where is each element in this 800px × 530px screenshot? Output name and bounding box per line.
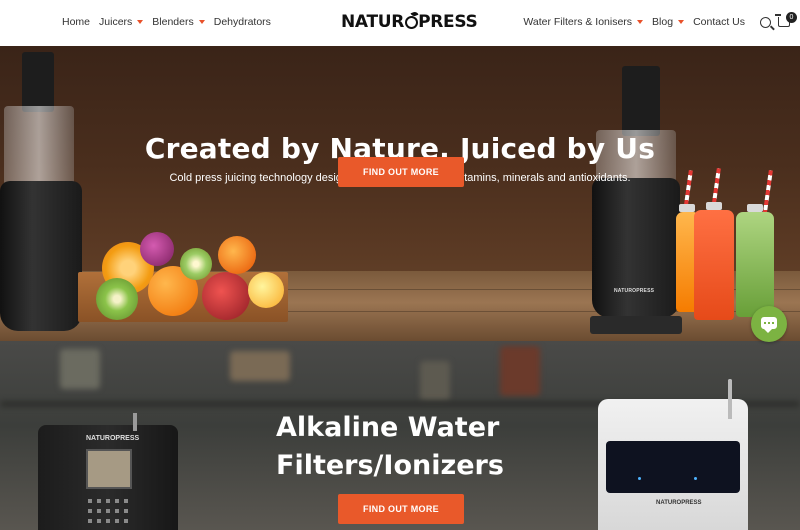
device-brand-label: NATUROPRESS [86, 435, 140, 442]
site-header: Home Juicers Blenders Dehydrators NATUR P… [0, 0, 800, 46]
juicer-image-right: NATUROPRESS [586, 66, 686, 341]
grapes-image [140, 232, 174, 266]
nav-item-label: Juicers [99, 16, 133, 28]
find-out-more-button[interactable]: FIND OUT MORE [338, 157, 464, 187]
logo-text-first: NATUR [341, 12, 405, 32]
nav-item-label: Dehydrators [213, 16, 271, 28]
juice-bottle-green [736, 204, 774, 317]
nav-item-dehydrators[interactable]: Dehydrators [214, 16, 271, 28]
chat-button[interactable] [751, 306, 787, 342]
search-icon[interactable] [760, 17, 771, 28]
nav-item-contact[interactable]: Contact Us [693, 16, 745, 28]
nav-item-label: Home [62, 16, 91, 28]
nav-item-label: Blenders [152, 16, 194, 28]
chat-bubble-icon [761, 317, 777, 333]
hero2-title: Alkaline Water Filters/Ionizers [276, 409, 504, 485]
pomegranate-image [202, 272, 250, 320]
juicer-brand-label: NATUROPRESS [614, 288, 655, 294]
cart-count-badge: 0 [786, 12, 797, 23]
leaf-icon [404, 15, 418, 29]
kiwi-half-image [180, 248, 212, 280]
juice-bottle-red [694, 202, 734, 320]
lemon-image [248, 272, 284, 308]
logo-text-second: PRESS [418, 12, 478, 32]
juicer-image-left [0, 46, 90, 341]
device-screen [86, 449, 132, 489]
chevron-down-icon [198, 20, 205, 24]
nav-item-home[interactable]: Home [62, 16, 90, 28]
primary-nav-right: Water Filters & Ionisers Blog Contact Us [523, 16, 745, 28]
water-ionizer-image-right: NATUROPRESS [598, 379, 748, 530]
nav-item-blog[interactable]: Blog [652, 16, 685, 28]
chevron-down-icon [137, 20, 144, 24]
find-out-more-button-water[interactable]: FIND OUT MORE [338, 494, 464, 524]
primary-nav-left: Home Juicers Blenders Dehydrators [62, 16, 271, 28]
hero-water-filters: NATUROPRESS NATUROPRESS Alkaline Water F… [0, 341, 800, 530]
device-panel [606, 441, 740, 493]
chevron-down-icon [637, 20, 644, 24]
nav-item-water-filters[interactable]: Water Filters & Ionisers [523, 16, 644, 28]
nav-item-juicers[interactable]: Juicers [99, 16, 144, 28]
nav-item-label: Contact Us [693, 16, 745, 28]
site-logo[interactable]: NATUR PRESS [341, 12, 478, 32]
nav-item-label: Blog [652, 16, 674, 28]
chevron-down-icon [678, 20, 685, 24]
water-ionizer-image-left: NATUROPRESS [38, 413, 178, 530]
hero2-title-line1: Alkaline Water [276, 412, 500, 443]
kiwi-image [96, 278, 138, 320]
nav-item-blenders[interactable]: Blenders [152, 16, 205, 28]
hero-juicers: NATUROPRESS Created by Nature, Juiced by… [0, 46, 800, 341]
orange-small-image [218, 236, 256, 274]
hero2-title-line2: Filters/Ionizers [276, 450, 504, 481]
device-brand-label: NATUROPRESS [656, 500, 702, 506]
nav-item-label: Water Filters & Ionisers [523, 16, 633, 28]
